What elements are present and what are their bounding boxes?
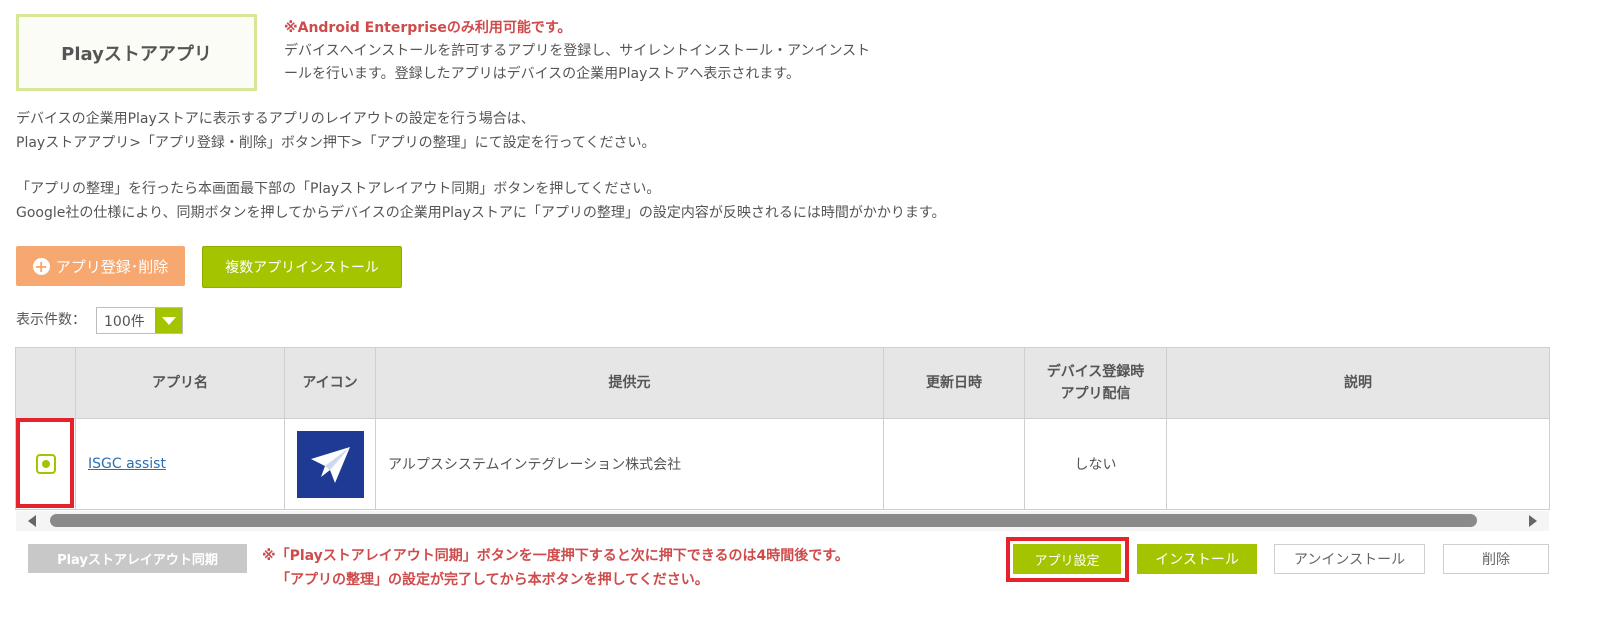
header-updated[interactable]: 更新日時 <box>883 347 1025 419</box>
sync-instructions: 「アプリの整理」を行ったら本画面最下部の「Playストアレイアウト同期」ボタンを… <box>16 177 1076 225</box>
horizontal-scrollbar[interactable] <box>16 511 1549 531</box>
instruction-line-3: 「アプリの整理」を行ったら本画面最下部の「Playストアレイアウト同期」ボタンを… <box>16 181 661 197</box>
row-radio-selected[interactable] <box>35 454 56 474</box>
display-count-select[interactable]: 100件 <box>96 307 183 334</box>
app-icon-cell <box>284 418 376 510</box>
header-deliver[interactable]: デバイス登録時 アプリ配信 <box>1024 347 1167 419</box>
table-header-row: アプリ名 アイコン 提供元 更新日時 デバイス登録時 アプリ配信 説明 <box>15 347 1550 419</box>
instruction-line-4: Google社の仕様により、同期ボタンを押してからデバイスの企業用Playストア… <box>16 205 946 221</box>
plus-circle-icon: + <box>32 256 50 276</box>
notice-block: ※Android Enterpriseのみ利用可能です。 デバイスへインストール… <box>284 17 944 86</box>
scroll-right-arrow-icon[interactable] <box>1529 515 1537 527</box>
header-deliver-line-1: デバイス登録時 <box>1046 364 1145 380</box>
chevron-down-icon[interactable] <box>155 308 182 333</box>
header-app-name[interactable]: アプリ名 <box>75 347 285 419</box>
row-select-cell[interactable] <box>15 418 76 510</box>
header-deliver-line-2: アプリ配信 <box>1060 386 1131 402</box>
isgc-assist-app-icon <box>296 430 364 498</box>
deliver-cell: しない <box>1024 418 1167 510</box>
scroll-left-arrow-icon[interactable] <box>28 515 36 527</box>
uninstall-button[interactable]: アンインストール <box>1274 544 1425 574</box>
table-row[interactable]: ISGC assist アルプスシステムインテグレーション株式会社 しない <box>15 418 1550 510</box>
layout-instructions: デバイスの企業用Playストアに表示するアプリのレイアウトの設定を行う場合は、 … <box>16 107 1076 155</box>
layout-sync-button[interactable]: Playストアレイアウト同期 <box>28 544 247 573</box>
sync-warning-line-1: ※「Playストアレイアウト同期」ボタンを一度押下すると次に押下できるのは4時間… <box>262 548 849 564</box>
notice-line-1: デバイスへインストールを許可するアプリを登録し、サイレントインストール・アンイン… <box>284 43 871 59</box>
app-table: アプリ名 アイコン 提供元 更新日時 デバイス登録時 アプリ配信 説明 ISGC… <box>15 347 1550 510</box>
display-count-value: 100件 <box>104 313 145 330</box>
header-icon: アイコン <box>284 347 376 419</box>
app-name-link[interactable]: ISGC assist <box>88 456 166 472</box>
header-provider[interactable]: 提供元 <box>375 347 884 419</box>
sync-warning: ※「Playストアレイアウト同期」ボタンを一度押下すると次に押下できるのは4時間… <box>262 544 849 592</box>
app-table-container: アプリ名 アイコン 提供元 更新日時 デバイス登録時 アプリ配信 説明 ISGC… <box>15 347 1550 510</box>
scroll-thumb[interactable] <box>50 514 1477 527</box>
page-title: Playストアアプリ <box>16 14 257 91</box>
app-name-cell: ISGC assist <box>75 418 285 510</box>
display-count-label: 表示件数： <box>16 312 86 328</box>
register-app-label: アプリ登録･削除 <box>55 257 169 276</box>
instruction-line-1: デバイスの企業用Playストアに表示するアプリのレイアウトの設定を行う場合は、 <box>16 111 535 127</box>
updated-cell <box>883 418 1025 510</box>
header-select <box>15 347 76 419</box>
app-settings-button[interactable]: アプリ設定 <box>1013 544 1121 574</box>
provider-cell: アルプスシステムインテグレーション株式会社 <box>375 418 884 510</box>
delete-button[interactable]: 削除 <box>1443 544 1549 574</box>
notice-line-2: ールを行います。登録したアプリはデバイスの企業用Playストアへ表示されます。 <box>284 66 800 82</box>
register-app-button[interactable]: + アプリ登録･削除 <box>16 246 185 286</box>
install-button[interactable]: インストール <box>1137 544 1257 574</box>
header-description: 説明 <box>1166 347 1550 419</box>
description-cell <box>1166 418 1550 510</box>
android-enterprise-warning: ※Android Enterpriseのみ利用可能です。 <box>284 20 572 36</box>
multi-install-button[interactable]: 複数アプリインストール <box>202 246 402 288</box>
sync-warning-line-2: 「アプリの整理」の設定が完了してから本ボタンを押してください。 <box>276 572 709 588</box>
instruction-line-2: Playストアアプリ>「アプリ登録・削除」ボタン押下>「アプリの整理」にて設定を… <box>16 135 656 151</box>
